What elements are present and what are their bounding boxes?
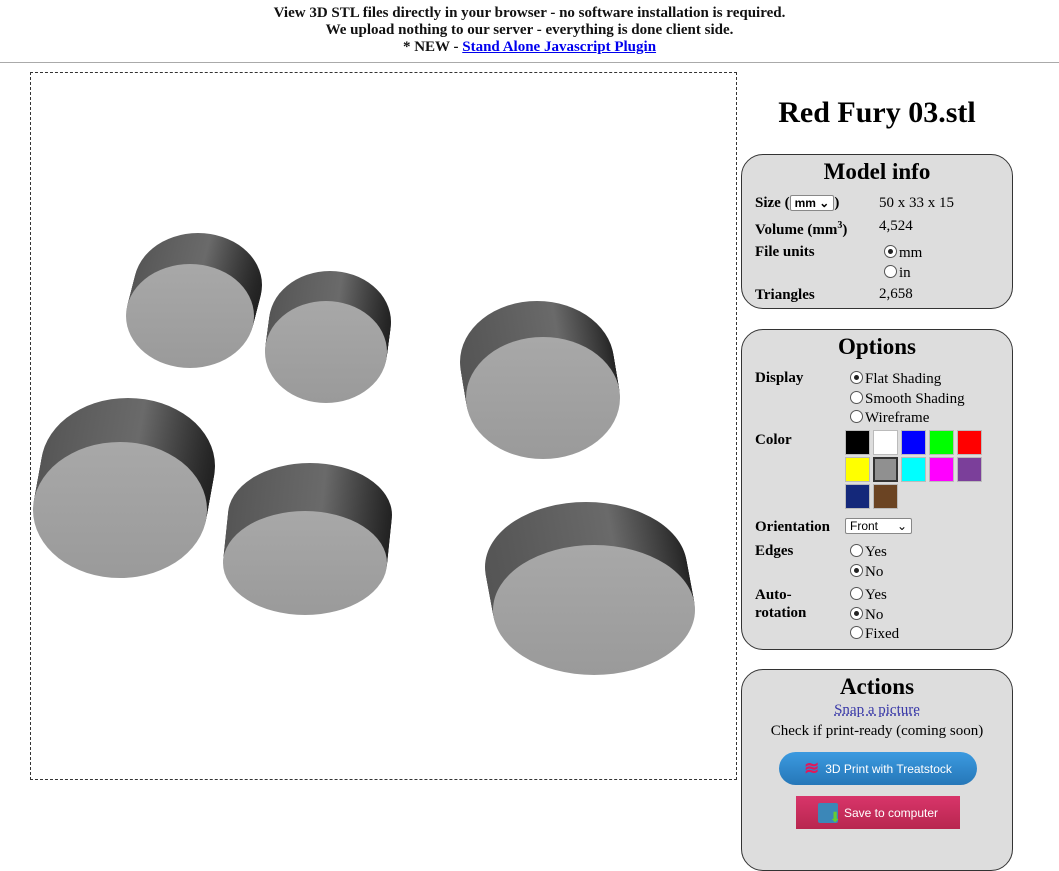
snap-picture-link[interactable]: Snap a picture bbox=[834, 702, 920, 718]
color-swatch[interactable] bbox=[957, 430, 982, 455]
cylinder-part bbox=[265, 271, 391, 403]
header-banner: View 3D STL files directly in your brows… bbox=[0, 0, 1059, 56]
cylinder-face bbox=[33, 442, 207, 578]
header-new-label: * NEW - bbox=[402, 39, 463, 55]
color-swatch[interactable] bbox=[901, 457, 926, 482]
size-label: Size (mm ⌄) bbox=[755, 195, 840, 211]
orientation-select[interactable]: Front ⌄ bbox=[845, 518, 912, 535]
divider bbox=[0, 62, 1059, 63]
file-title: Red Fury 03.stl bbox=[778, 96, 976, 129]
cylinder-face bbox=[126, 264, 254, 368]
cylinder-part bbox=[460, 301, 620, 459]
triangles-label: Triangles bbox=[755, 287, 815, 303]
model-info-title: Model info bbox=[823, 159, 931, 184]
3d-viewer-canvas[interactable] bbox=[30, 72, 737, 780]
color-swatch[interactable] bbox=[845, 484, 870, 509]
autorotation-yes-radio[interactable]: Yes bbox=[850, 587, 887, 604]
size-unit-select[interactable]: mm ⌄ bbox=[789, 195, 835, 211]
triangles-value: 2,658 bbox=[879, 286, 913, 302]
cylinder-part bbox=[33, 398, 215, 578]
display-label: Display bbox=[755, 370, 804, 386]
actions-panel: Actions Snap a picture Check if print-re… bbox=[741, 669, 1013, 871]
color-swatch[interactable] bbox=[929, 457, 954, 482]
color-swatch[interactable] bbox=[957, 457, 982, 482]
plugin-link[interactable]: Stand Alone Javascript Plugin bbox=[462, 39, 656, 55]
save-to-computer-button[interactable]: ⬇ Save to computer bbox=[796, 796, 960, 829]
cylinder-part bbox=[485, 502, 695, 675]
autorotation-no-radio[interactable]: No bbox=[850, 607, 883, 624]
unit-in-radio[interactable]: in bbox=[884, 265, 911, 282]
header-line-2: We upload nothing to our server - everyt… bbox=[325, 22, 734, 38]
color-swatch[interactable] bbox=[873, 430, 898, 455]
cylinder-face bbox=[493, 545, 695, 675]
edges-label: Edges bbox=[755, 543, 794, 559]
size-value: 50 x 33 x 15 bbox=[879, 195, 954, 211]
flat-shading-radio[interactable]: Flat Shading bbox=[850, 371, 941, 388]
model-info-panel: Model info Size (mm ⌄) 50 x 33 x 15 Volu… bbox=[741, 154, 1013, 309]
color-label: Color bbox=[755, 432, 792, 448]
treatstock-icon: ≋ bbox=[804, 758, 820, 778]
color-swatch[interactable] bbox=[845, 457, 870, 482]
smooth-shading-radio[interactable]: Smooth Shading bbox=[850, 391, 965, 408]
header-line-1: View 3D STL files directly in your brows… bbox=[273, 5, 786, 21]
options-panel: Options Display Flat Shading Smooth Shad… bbox=[741, 329, 1013, 650]
cylinder-face bbox=[466, 337, 620, 459]
cylinder-part bbox=[223, 463, 392, 615]
color-swatch[interactable] bbox=[929, 430, 954, 455]
color-swatch[interactable] bbox=[873, 484, 898, 509]
actions-title: Actions bbox=[839, 674, 915, 699]
options-title: Options bbox=[838, 334, 916, 359]
treatstock-print-button[interactable]: ≋ 3D Print with Treatstock bbox=[779, 752, 977, 785]
floppy-save-icon: ⬇ bbox=[817, 802, 841, 825]
wireframe-radio[interactable]: Wireframe bbox=[850, 410, 929, 427]
edges-no-radio[interactable]: No bbox=[850, 564, 883, 581]
cylinder-face bbox=[223, 511, 387, 615]
volume-label: Volume (mm3) bbox=[755, 220, 848, 238]
file-units-label: File units bbox=[755, 244, 815, 260]
autorotation-label: Auto-rotation bbox=[755, 587, 807, 621]
color-swatch[interactable] bbox=[845, 430, 870, 455]
model-render[interactable] bbox=[31, 73, 736, 779]
cylinder-part bbox=[126, 233, 262, 368]
volume-value: 4,524 bbox=[879, 218, 913, 234]
autorotation-fixed-radio[interactable]: Fixed bbox=[850, 626, 899, 643]
unit-mm-radio[interactable]: mm bbox=[884, 245, 922, 262]
orientation-label: Orientation bbox=[755, 519, 830, 535]
cylinder-face bbox=[265, 301, 387, 403]
edges-yes-radio[interactable]: Yes bbox=[850, 544, 887, 561]
color-swatch[interactable] bbox=[873, 457, 898, 482]
print-ready-text: Check if print-ready (coming soon) bbox=[770, 723, 984, 739]
color-swatch[interactable] bbox=[901, 430, 926, 455]
